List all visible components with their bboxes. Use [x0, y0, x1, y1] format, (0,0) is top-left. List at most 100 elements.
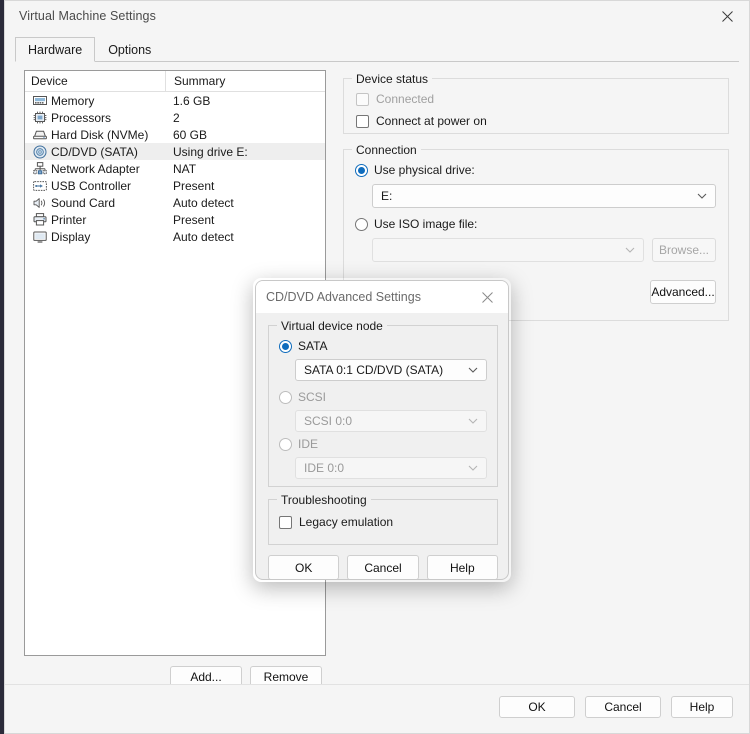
- harddisk-icon: [31, 128, 48, 142]
- physical-drive-value: E:: [381, 189, 393, 203]
- table-row[interactable]: Memory 1.6 GB: [25, 92, 325, 109]
- device-label: Processors: [51, 110, 112, 125]
- use-iso-radio-row[interactable]: Use ISO image file:: [355, 215, 477, 233]
- ok-button[interactable]: OK: [499, 696, 575, 718]
- chevron-down-icon: [468, 367, 478, 373]
- connection-title: Connection: [352, 143, 421, 157]
- table-row[interactable]: Processors 2: [25, 109, 325, 126]
- printer-icon: [31, 213, 48, 227]
- memory-icon: [31, 94, 48, 108]
- browse-button[interactable]: Browse...: [652, 238, 716, 262]
- troubleshooting-group: Troubleshooting Legacy emulation: [268, 493, 498, 545]
- radio-icon[interactable]: [355, 217, 368, 231]
- column-header-summary: Summary: [165, 71, 325, 92]
- table-row[interactable]: Hard Disk (NVMe) 60 GB: [25, 126, 325, 143]
- tab-hardware[interactable]: Hardware: [15, 37, 96, 62]
- device-name-cell: Processors: [25, 111, 165, 125]
- soundcard-icon: [31, 196, 48, 210]
- window-title: Virtual Machine Settings: [19, 9, 156, 23]
- connected-checkbox-row[interactable]: Connected: [356, 90, 487, 108]
- tab-options[interactable]: Options: [95, 37, 164, 62]
- scsi-radio-row[interactable]: SCSI: [279, 388, 326, 406]
- processor-icon: [31, 111, 48, 125]
- usb-icon: [31, 179, 48, 193]
- legacy-emulation-checkbox-row[interactable]: Legacy emulation: [279, 513, 393, 531]
- device-list-header: Device Summary: [25, 71, 325, 92]
- radio-icon[interactable]: [355, 163, 368, 177]
- modal-ok-button[interactable]: OK: [268, 555, 340, 579]
- modal-body: Virtual device node SATA SATA 0:1 CD/DVD…: [256, 313, 508, 579]
- use-physical-drive-radio-row[interactable]: Use physical drive:: [355, 161, 475, 179]
- device-summary-cell: 2: [173, 110, 180, 125]
- table-row[interactable]: Network Adapter NAT: [25, 160, 325, 177]
- table-row[interactable]: USB Controller Present: [25, 177, 325, 194]
- device-summary-cell: 60 GB: [173, 127, 208, 142]
- radio-icon[interactable]: [279, 390, 292, 404]
- checkbox-icon[interactable]: [279, 515, 292, 529]
- device-label: Hard Disk (NVMe): [51, 127, 149, 142]
- device-status-group: Device status Connected Connect at power…: [343, 72, 729, 134]
- troubleshooting-title: Troubleshooting: [277, 493, 371, 507]
- close-icon[interactable]: [470, 281, 504, 313]
- ide-node-select[interactable]: IDE 0:0: [295, 457, 487, 479]
- modal-buttons: OK Cancel Help: [268, 555, 498, 579]
- ide-radio-row[interactable]: IDE: [279, 435, 318, 453]
- physical-drive-select[interactable]: E:: [372, 184, 716, 208]
- chevron-down-icon: [468, 418, 478, 424]
- device-label: Display: [51, 229, 91, 244]
- device-summary-cell: Present: [173, 178, 215, 193]
- device-summary-cell: Auto detect: [173, 195, 234, 210]
- iso-path-select[interactable]: [372, 238, 644, 262]
- checkbox-icon[interactable]: [356, 92, 369, 106]
- device-label: CD/DVD (SATA): [51, 144, 138, 159]
- scsi-node-select[interactable]: SCSI 0:0: [295, 410, 487, 432]
- device-summary-cell: NAT: [173, 161, 197, 176]
- window-footer: OK Cancel Help: [5, 684, 749, 733]
- connect-at-power-on-label: Connect at power on: [376, 114, 487, 128]
- scsi-label: SCSI: [298, 390, 327, 404]
- chevron-down-icon: [468, 465, 478, 471]
- device-summary-cell: Auto detect: [173, 229, 234, 244]
- device-name-cell: CD/DVD (SATA): [25, 145, 165, 159]
- device-name-cell: Network Adapter: [25, 162, 165, 176]
- network-icon: [31, 162, 48, 176]
- table-row[interactable]: Display Auto detect: [25, 228, 325, 245]
- virtual-machine-settings-window: Virtual Machine Settings Hardware Option…: [4, 0, 750, 734]
- help-button[interactable]: Help: [671, 696, 733, 718]
- device-name-cell: Sound Card: [25, 196, 165, 210]
- sata-node-select[interactable]: SATA 0:1 CD/DVD (SATA): [295, 359, 487, 381]
- sata-radio-row[interactable]: SATA: [279, 337, 328, 355]
- ide-node-value: IDE 0:0: [304, 461, 345, 475]
- device-name-cell: Printer: [25, 213, 165, 227]
- table-row[interactable]: Sound Card Auto detect: [25, 194, 325, 211]
- sata-node-value: SATA 0:1 CD/DVD (SATA): [304, 363, 444, 377]
- modal-titlebar: CD/DVD Advanced Settings: [256, 281, 508, 313]
- device-label: Printer: [51, 212, 87, 227]
- advanced-button[interactable]: Advanced...: [650, 280, 716, 304]
- close-icon[interactable]: [705, 1, 749, 31]
- connect-at-power-on-checkbox-row[interactable]: Connect at power on: [356, 112, 487, 130]
- connected-label: Connected: [376, 92, 435, 106]
- chevron-down-icon: [697, 193, 707, 199]
- modal-cancel-button[interactable]: Cancel: [347, 555, 419, 579]
- ide-label: IDE: [298, 437, 319, 451]
- display-icon: [31, 230, 48, 244]
- radio-icon[interactable]: [279, 437, 292, 451]
- checkbox-icon[interactable]: [356, 114, 369, 128]
- device-name-cell: Display: [25, 230, 165, 244]
- scsi-node-value: SCSI 0:0: [304, 414, 353, 428]
- footer-buttons: OK Cancel Help: [499, 696, 733, 718]
- chevron-down-icon: [625, 247, 635, 253]
- table-row[interactable]: Printer Present: [25, 211, 325, 228]
- radio-icon[interactable]: [279, 339, 292, 353]
- device-label: Network Adapter: [51, 161, 140, 176]
- device-label: Sound Card: [51, 195, 116, 210]
- table-row[interactable]: CD/DVD (SATA) Using drive E:: [25, 143, 325, 160]
- virtual-device-node-group: Virtual device node SATA SATA 0:1 CD/DVD…: [268, 319, 498, 487]
- modal-title: CD/DVD Advanced Settings: [266, 290, 421, 304]
- modal-help-button[interactable]: Help: [426, 555, 498, 579]
- device-summary-cell: 1.6 GB: [173, 93, 211, 108]
- column-header-device: Device: [31, 74, 68, 88]
- cancel-button[interactable]: Cancel: [585, 696, 661, 718]
- device-name-cell: USB Controller: [25, 179, 165, 193]
